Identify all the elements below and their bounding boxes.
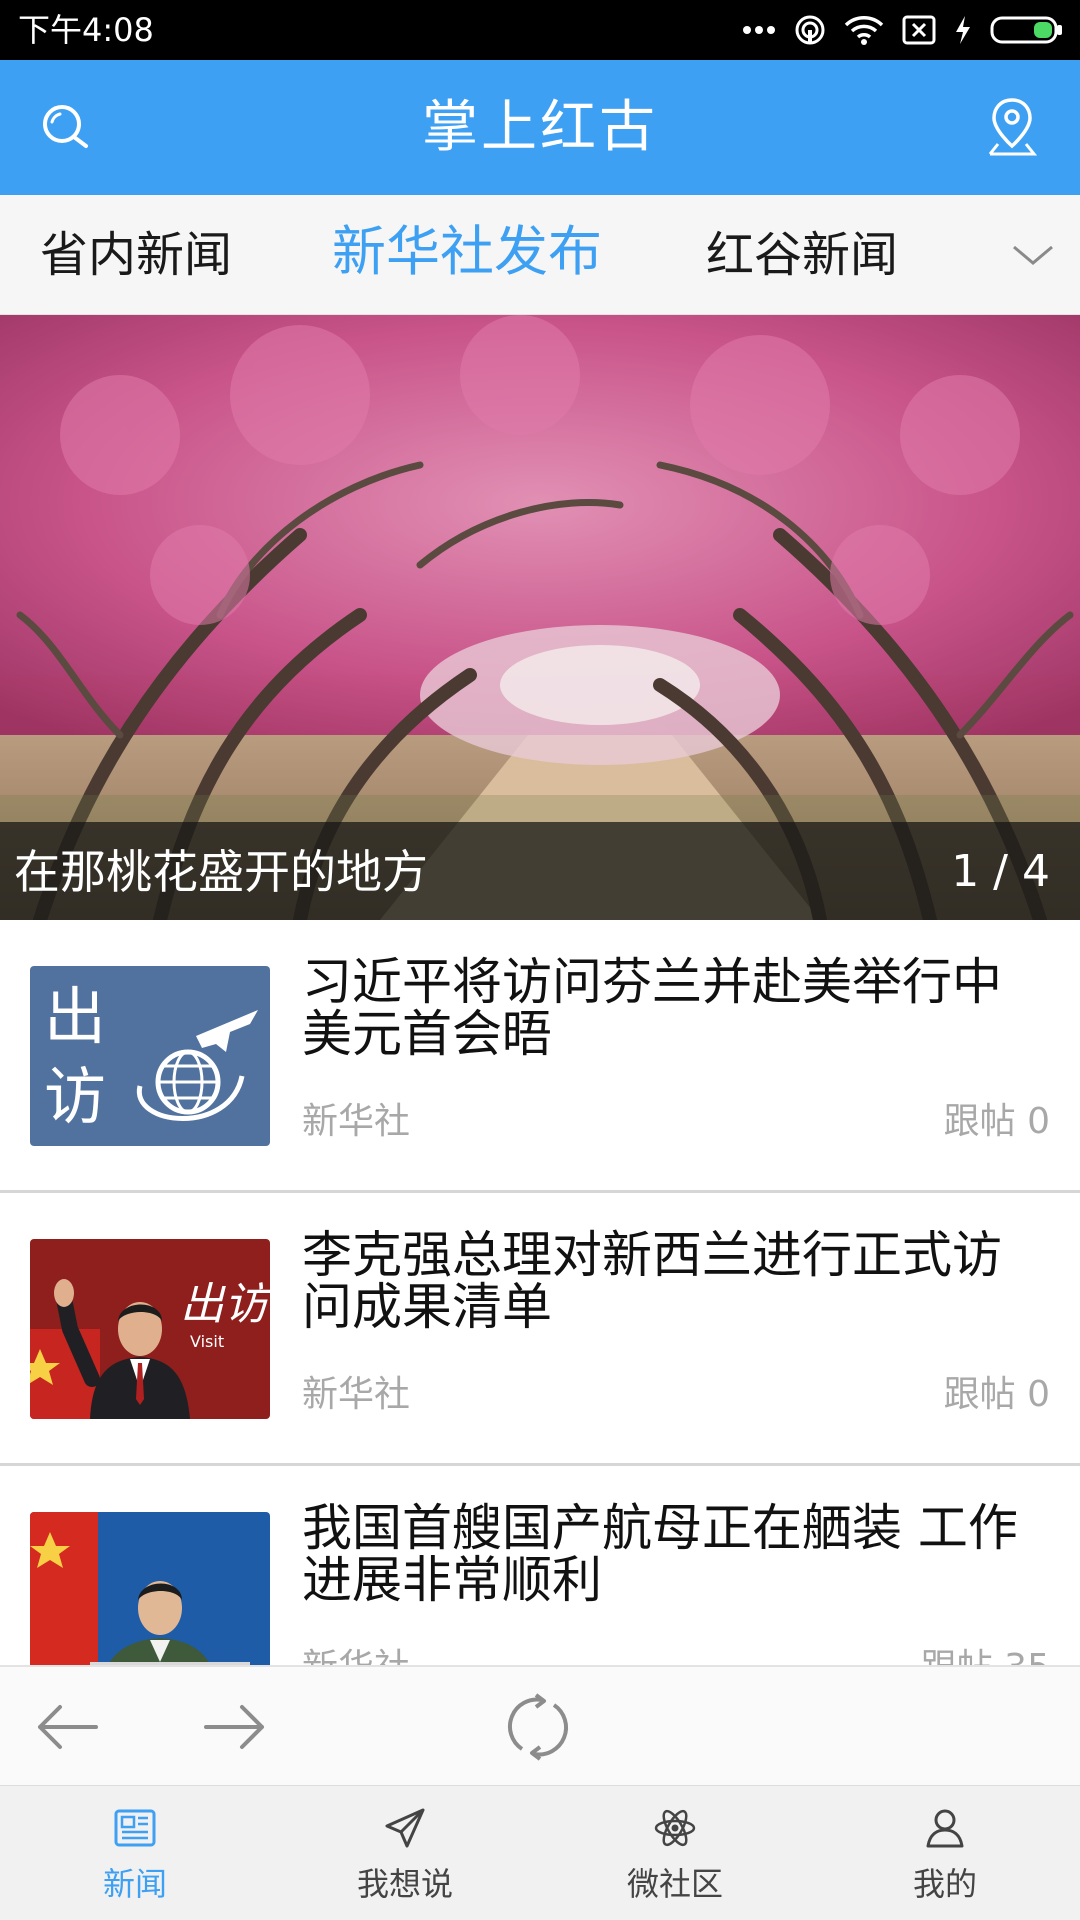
news-list: 出 访 习近平将访问芬兰并赴美举行中美元首会晤 新华社 跟帖 0 出访 Visi…	[0, 920, 1080, 1665]
back-button[interactable]	[32, 1691, 104, 1763]
status-bar: 下午4:08	[0, 0, 1080, 60]
nav-label: 微社区	[626, 1865, 723, 1903]
news-source: 新华社	[302, 1101, 411, 1142]
tab-province-news[interactable]: 省内新闻	[40, 225, 232, 285]
sim-off-icon	[902, 15, 936, 45]
tab-honggu-news[interactable]: 红谷新闻	[706, 225, 898, 285]
newspaper-icon	[114, 1809, 156, 1847]
banner-caption: 在那桃花盛开的地方	[14, 845, 428, 899]
app-header: 掌上红古	[0, 60, 1080, 195]
news-item[interactable]: 出 访 习近平将访问芬兰并赴美举行中美元首会晤 新华社 跟帖 0	[0, 920, 1080, 1193]
news-title: 李克强总理对新西兰进行正式访问成果清单	[302, 1226, 1002, 1336]
thumb-label-top: 出	[44, 980, 106, 1053]
chevron-down-icon	[1013, 245, 1053, 265]
send-icon	[385, 1808, 425, 1848]
battery-icon	[990, 16, 1062, 44]
nav-label: 新闻	[102, 1865, 167, 1903]
thumb-sub-label: Visit	[190, 1332, 224, 1351]
charging-icon	[956, 16, 970, 44]
thumb-label: 出访	[180, 1279, 270, 1330]
news-item[interactable]: 我国首艘国产航母正在舾装 工作进展非常顺利 新华社 跟帖 35	[0, 1466, 1080, 1665]
news-title: 习近平将访问芬兰并赴美举行中美元首会晤	[302, 953, 1002, 1063]
news-thumbnail: 出访 Visit	[30, 1239, 270, 1419]
news-source: 新华社	[302, 1646, 410, 1665]
forward-button[interactable]	[198, 1691, 270, 1763]
nav-label: 我想说	[356, 1865, 453, 1903]
nav-item-news[interactable]: 新闻	[0, 1786, 270, 1920]
news-item[interactable]: 出访 Visit 李克强总理对新西兰进行正式访问成果清单 新华社 跟帖 0	[0, 1193, 1080, 1466]
atom-icon	[654, 1809, 696, 1847]
banner-caption-bar: 在那桃花盛开的地方 1 / 4	[0, 822, 1080, 920]
nav-item-micro-community[interactable]: 微社区	[540, 1786, 810, 1920]
news-source: 新华社	[302, 1374, 411, 1415]
news-reply-count: 跟帖 0	[943, 1101, 1050, 1142]
user-icon	[926, 1809, 964, 1848]
back-arrow-icon	[38, 1705, 98, 1749]
app-title: 掌上红古	[422, 95, 658, 160]
refresh-icon	[508, 1693, 568, 1761]
location-pin-icon	[988, 98, 1038, 156]
browser-control-bar	[0, 1665, 1080, 1785]
news-title: 我国首艘国产航母正在舾装 工作进展非常顺利	[302, 1499, 1018, 1609]
thumb-label-bottom: 访	[44, 1060, 106, 1133]
news-thumbnail	[30, 1512, 270, 1665]
hotspot-icon	[795, 15, 825, 45]
tab-xinhua-release[interactable]: 新华社发布	[332, 222, 602, 282]
refresh-button[interactable]	[502, 1691, 574, 1763]
bottom-nav: 新闻 我想说 微社区 我的	[0, 1785, 1080, 1920]
nav-item-mine[interactable]: 我的	[810, 1786, 1080, 1920]
category-tabs: 省内新闻 新华社发布 红谷新闻	[0, 195, 1080, 315]
status-icons	[742, 10, 1064, 50]
news-reply-count: 跟帖 0	[943, 1374, 1050, 1415]
news-thumbnail: 出 访	[30, 966, 270, 1146]
wifi-icon	[844, 16, 884, 45]
nav-item-i-want-to-say[interactable]: 我想说	[270, 1786, 540, 1920]
tabs-expand-button[interactable]	[1010, 235, 1056, 275]
banner-page-counter: 1 / 4	[951, 846, 1050, 897]
news-reply-count: 跟帖 35	[921, 1646, 1050, 1665]
banner-carousel[interactable]: 在那桃花盛开的地方 1 / 4	[0, 315, 1080, 920]
forward-arrow-icon	[204, 1705, 264, 1749]
location-button[interactable]	[986, 96, 1038, 160]
status-time: 下午4:08	[18, 11, 154, 49]
more-dots-icon	[743, 26, 775, 34]
nav-label: 我的	[912, 1865, 977, 1903]
